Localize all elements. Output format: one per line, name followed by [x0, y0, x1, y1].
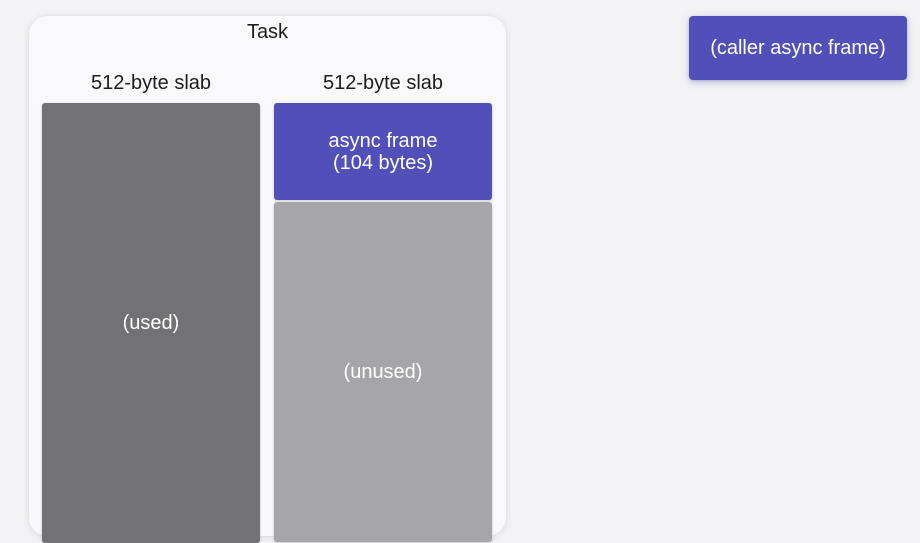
task-container: Task 512-byte slab 512-byte slab (used) …	[29, 16, 506, 543]
slab-label-left: 512-byte slab	[90, 72, 212, 94]
slab-label-right: 512-byte slab	[322, 72, 444, 94]
used-region-block: (used)	[42, 103, 260, 543]
used-region-label: (used)	[122, 312, 180, 334]
async-frame-title: async frame	[328, 129, 438, 152]
async-frame-size: (104 bytes)	[332, 151, 434, 174]
unused-region-label: (unused)	[343, 361, 423, 383]
unused-region-block: (unused)	[274, 202, 492, 542]
task-title: Task	[246, 21, 289, 43]
caller-async-frame-label: (caller async frame)	[710, 37, 886, 59]
async-frame-block: async frame (104 bytes)	[274, 103, 492, 200]
caller-async-frame-block: (caller async frame)	[689, 16, 907, 80]
